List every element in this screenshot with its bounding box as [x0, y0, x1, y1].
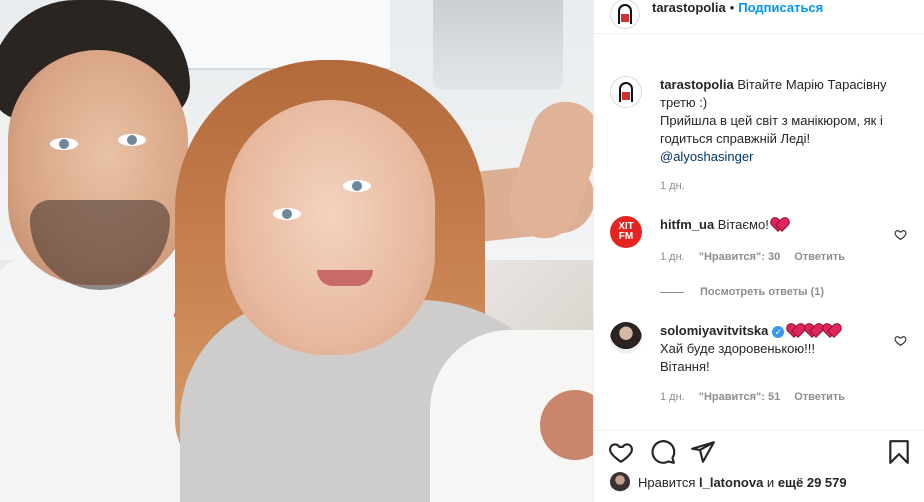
- separator-dot: •: [729, 0, 735, 15]
- comment-item: solomiyavitvitska ✓ Хай буде здоровенькою…: [610, 322, 910, 376]
- comment-like-count[interactable]: "Нравится": 30: [699, 251, 780, 263]
- heart-emoji-icon: [824, 324, 838, 337]
- comments-section[interactable]: tarastopolia Вітайте Марію Тарасівну тре…: [594, 56, 924, 430]
- caption-username[interactable]: tarastopolia: [660, 77, 734, 92]
- photo-eye: [343, 180, 371, 192]
- bookmark-icon[interactable]: [886, 439, 912, 465]
- caption-text: tarastopolia Вітайте Марію Тарасівну тре…: [660, 76, 910, 166]
- verified-icon: ✓: [772, 326, 785, 338]
- heart-emoji-icon: [788, 324, 802, 337]
- liker-username[interactable]: l_latonova: [699, 475, 763, 490]
- comment-time[interactable]: 1 дн.: [660, 251, 685, 263]
- likes-count-button[interactable]: ещё 29 579: [778, 475, 847, 490]
- photo-woman-face: [225, 100, 435, 355]
- photo-wall-fixture: [433, 0, 563, 90]
- comment-text: solomiyavitvitska ✓ Хай буде здоровенькою…: [660, 322, 890, 376]
- post-photo[interactable]: [0, 0, 593, 502]
- comment-body-line2: Вітання!: [660, 359, 710, 374]
- share-icon[interactable]: [690, 439, 716, 465]
- comment-like-heart-icon[interactable]: [894, 228, 907, 241]
- comment-text: hitfm_ua Вітаємо!: [660, 216, 890, 248]
- author-username[interactable]: tarastopolia: [652, 0, 726, 15]
- heart-emoji-icon: [806, 324, 820, 337]
- post-header: tarastopolia • Подписаться: [594, 0, 924, 34]
- comment-reply-button[interactable]: Ответить: [794, 251, 845, 263]
- view-replies-button[interactable]: Посмотреть ответы (1): [660, 286, 824, 298]
- follow-button[interactable]: Подписаться: [738, 0, 823, 15]
- likes-prefix: Нравится: [638, 474, 696, 490]
- comment-reply-button[interactable]: Ответить: [794, 391, 845, 403]
- caption-time[interactable]: 1 дн.: [660, 180, 685, 192]
- comment-body: Вітаємо!: [717, 217, 769, 232]
- likes-summary: Нравится l_latonova и ещё 29 579: [610, 472, 847, 492]
- solomiya-avatar[interactable]: [610, 322, 642, 354]
- photo-eye: [118, 134, 146, 146]
- post-caption: tarastopolia Вітайте Марію Тарасівну тре…: [610, 76, 910, 166]
- caption-mention-link[interactable]: @alyoshasinger: [660, 149, 753, 164]
- caption-avatar[interactable]: [610, 76, 642, 108]
- heart-icon[interactable]: [608, 439, 634, 465]
- comment-like-heart-icon[interactable]: [894, 334, 907, 347]
- photo-eye: [273, 208, 301, 220]
- liker-avatar[interactable]: [610, 472, 630, 492]
- comment-meta: 1 дн. "Нравится": 51 Ответить: [660, 391, 845, 403]
- hitfm-avatar[interactable]: ХІТ FM: [610, 216, 642, 248]
- comment-username[interactable]: hitfm_ua: [660, 217, 714, 232]
- comment-username[interactable]: solomiyavitvitska: [660, 323, 768, 338]
- likes-and: и: [766, 474, 775, 490]
- view-replies-label: Посмотреть ответы (1): [700, 286, 825, 298]
- hitfm-avatar-text: ХІТ FM: [618, 221, 634, 242]
- comment-item: ХІТ FM hitfm_ua Вітаємо!: [610, 216, 910, 248]
- comment-meta: 1 дн. "Нравится": 30 Ответить: [660, 251, 845, 263]
- caption-logo-icon: [619, 82, 633, 102]
- replies-divider: [660, 291, 684, 293]
- post-panel: tarastopolia • Подписаться tarastopolia …: [593, 0, 924, 502]
- caption-line2: Прийшла в цей світ з манікюром, як і год…: [660, 113, 883, 146]
- photo-mouth: [317, 270, 373, 286]
- comment-body-line1: Хай буде здоровенькою!!!: [660, 341, 815, 356]
- heart-emoji-icon: [772, 218, 786, 231]
- photo-eye: [50, 138, 78, 150]
- author-logo-icon: [618, 3, 632, 24]
- comment-like-count[interactable]: "Нравится": 51: [699, 391, 780, 403]
- comment-time[interactable]: 1 дн.: [660, 391, 685, 403]
- author-avatar[interactable]: [610, 0, 640, 29]
- post-actions-bar: [594, 430, 924, 470]
- comment-icon[interactable]: [650, 439, 676, 465]
